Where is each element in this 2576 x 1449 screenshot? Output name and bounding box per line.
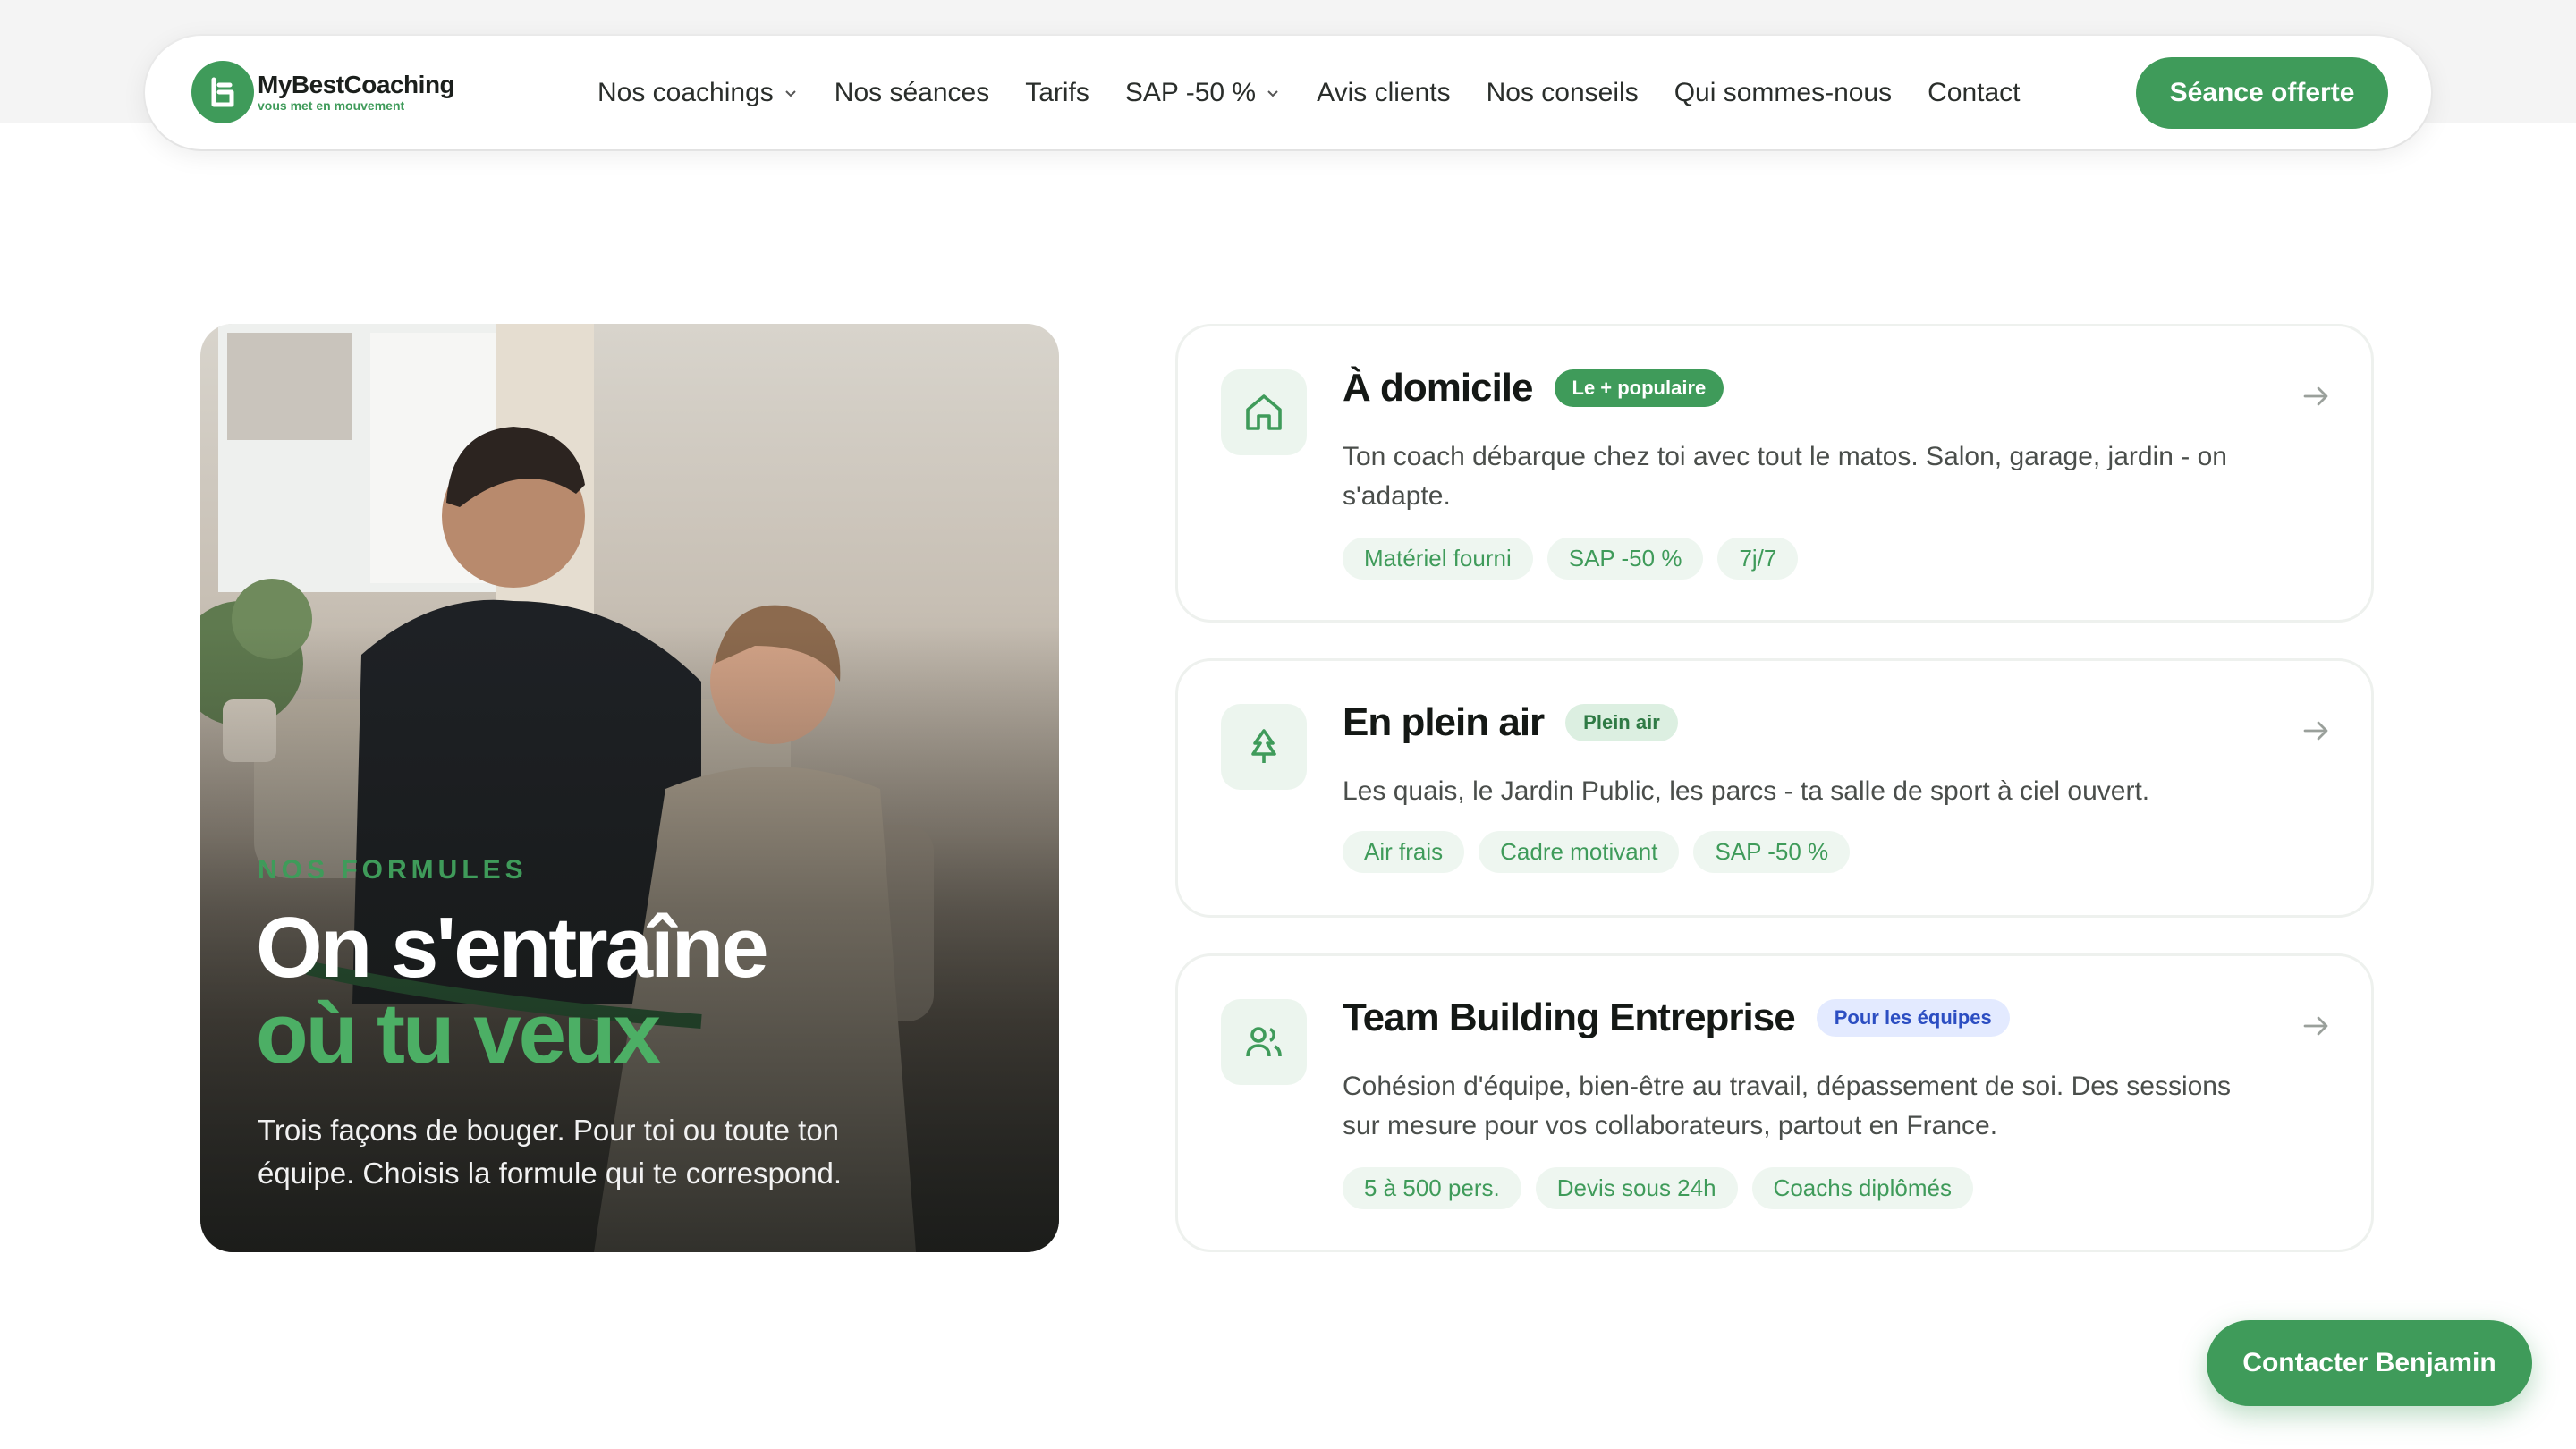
chevron-down-icon [1267,89,1278,97]
nav-item-label: Tarifs [1025,77,1089,107]
offer-badge: Le + populaire [1554,369,1724,407]
hero-eyebrow: NOS FORMULES [258,855,528,885]
chip: SAP -50 % [1546,538,1704,580]
nav-item-label: Avis clients [1317,77,1451,107]
nav-item-contact[interactable]: Contact [1928,78,2020,108]
nav-item-nos-conseils[interactable]: Nos conseils [1487,78,1639,108]
offer-description: Ton coach débarque chez toi avec tout le… [1343,442,2227,511]
nav-item-label: Contact [1928,77,2021,107]
offer-card-plein-air[interactable]: En plein air Plein air Les quais, le Jar… [1175,658,2374,918]
chip: SAP -50 % [1693,831,1851,873]
chevron-down-icon [785,89,796,97]
offer-badge: Plein air [1565,704,1678,741]
nav-item-label: Nos séances [834,77,990,107]
offer-chips: Matériel fourni SAP -50 % 7j/7 [1343,538,1812,580]
offer-description: Cohésion d'équipe, bien-être au travail,… [1343,1072,2231,1140]
hero-title-accent: où tu veux [256,986,661,1081]
chip: Air frais [1343,831,1465,873]
chip: 5 à 500 pers. [1343,1167,1521,1209]
nav-item-nos-seances[interactable]: Nos séances [835,78,989,108]
offer-card-team-building[interactable]: Team Building Entreprise Pour les équipe… [1175,953,2374,1252]
arrow-right-icon[interactable] [2300,1010,2332,1042]
nav-item-label: Qui sommes-nous [1674,77,1893,107]
home-icon [1221,369,1307,455]
offer-title: À domicile [1343,366,1533,410]
offer-title: En plein air [1343,700,1545,744]
offer-description: Les quais, le Jardin Public, les parcs -… [1343,776,2150,806]
nav-item-avis-clients[interactable]: Avis clients [1317,78,1451,108]
offer-chips: Air frais Cadre motivant SAP -50 % [1343,831,1864,873]
chip: Matériel fourni [1343,538,1533,580]
logo-tagline: vous met en mouvement [258,98,405,113]
nav-item-label: Nos conseils [1486,77,1639,107]
main-nav: Nos coachings Nos séances Tarifs SAP -50… [597,36,2056,149]
logo-name: MyBestCoaching [258,71,455,98]
free-session-button[interactable]: Séance offerte [2136,57,2388,129]
offer-badge: Pour les équipes [1816,999,2010,1037]
logo[interactable]: MyBestCoaching vous met en mouvement [191,61,455,123]
tree-icon [1221,704,1307,790]
chip: 7j/7 [1717,538,1799,580]
offer-title: Team Building Entreprise [1343,996,1796,1039]
nav-item-label: SAP -50 % [1124,77,1257,107]
navbar: MyBestCoaching vous met en mouvement Nos… [145,36,2431,149]
hero-card: NOS FORMULES On s'entraîne où tu veux Tr… [200,324,1059,1252]
hero-title: On s'entraîne [256,900,769,996]
logo-mark-icon [191,61,254,123]
chip: Devis sous 24h [1535,1167,1738,1209]
offer-card-domicile[interactable]: À domicile Le + populaire Ton coach déba… [1175,324,2374,623]
nav-item-label: Nos coachings [597,77,774,107]
hero-subtitle: Trois façons de bouger. Pour toi ou tout… [258,1114,843,1190]
chip: Cadre motivant [1479,831,1680,873]
arrow-right-icon[interactable] [2300,715,2332,747]
users-icon [1221,999,1307,1085]
nav-item-qui-sommes-nous[interactable]: Qui sommes-nous [1674,78,1892,108]
chip: Coachs diplômés [1751,1167,1973,1209]
arrow-right-icon[interactable] [2300,380,2332,412]
offer-chips: 5 à 500 pers. Devis sous 24h Coachs dipl… [1343,1167,1987,1209]
nav-item-nos-coachings[interactable]: Nos coachings [597,78,799,108]
nav-item-sap[interactable]: SAP -50 % [1125,78,1281,108]
contact-benjamin-button[interactable]: Contacter Benjamin [2207,1320,2532,1406]
nav-item-tarifs[interactable]: Tarifs [1025,78,1089,108]
